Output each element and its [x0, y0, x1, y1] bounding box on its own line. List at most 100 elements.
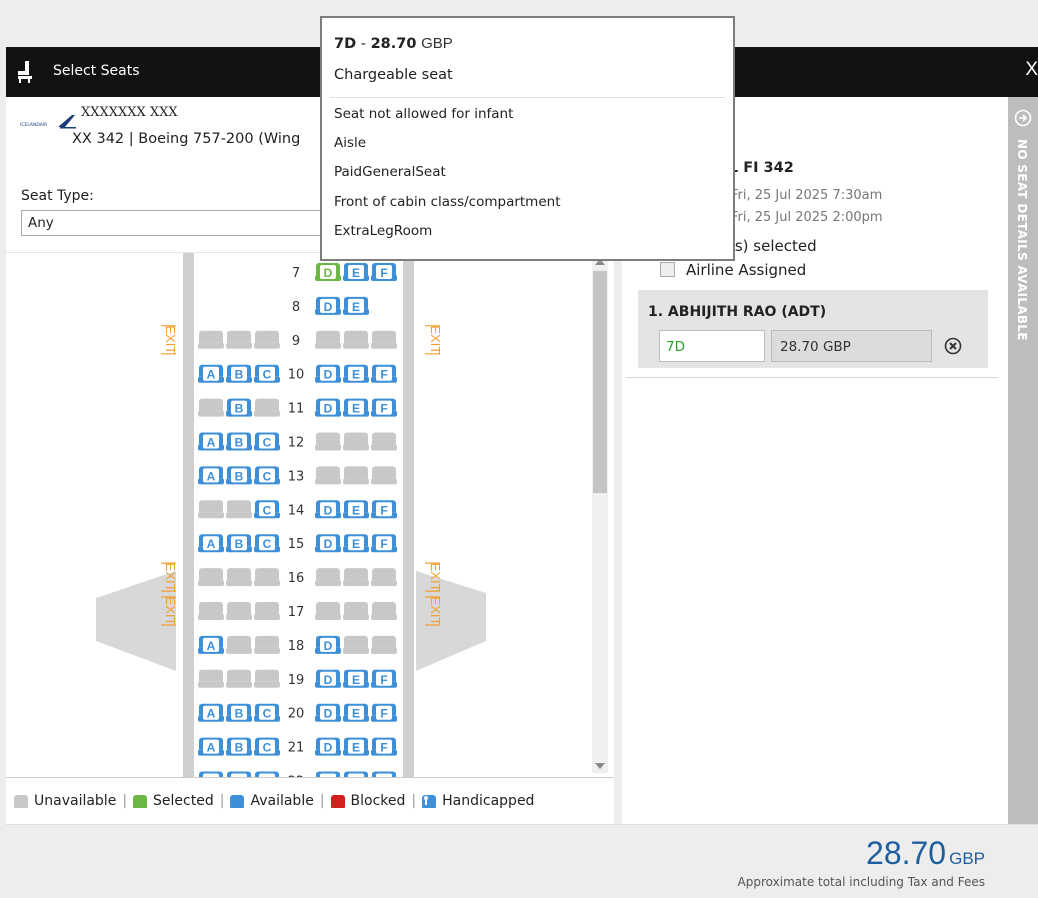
seat-7E[interactable]: E	[343, 263, 369, 281]
row-number: 11	[288, 402, 305, 417]
seat-20F[interactable]: F	[371, 703, 397, 722]
seat-11D[interactable]: D	[315, 398, 341, 417]
seat-11F[interactable]: F	[371, 398, 397, 417]
seat-17E	[343, 602, 369, 620]
seat-14E[interactable]: E	[343, 500, 369, 519]
seat-21C[interactable]: C	[254, 737, 280, 756]
legend-unavailable: Unavailable	[14, 793, 116, 809]
seat-21F[interactable]: F	[371, 737, 397, 756]
seat-11B[interactable]: B	[226, 398, 252, 417]
row-number: 15	[288, 537, 305, 552]
seat-18D[interactable]: D	[315, 635, 341, 654]
seat-16B	[226, 568, 252, 587]
seat-20C[interactable]: C	[254, 703, 280, 722]
seat-base	[315, 478, 341, 485]
seat-letter: F	[380, 537, 387, 551]
seat-15D[interactable]: D	[315, 534, 341, 553]
seat-21B[interactable]: B	[226, 737, 252, 756]
seat-11E[interactable]: E	[343, 398, 369, 417]
tooltip-seat-price: 7D - 28.70 GBP	[334, 35, 453, 52]
seat-7D[interactable]: D	[315, 263, 341, 281]
seat-letter: A	[207, 639, 216, 653]
seat-back	[316, 602, 340, 614]
seat-9F	[371, 330, 397, 349]
seat-20B[interactable]: B	[226, 703, 252, 722]
seat-8D[interactable]: D	[315, 296, 341, 315]
seat-map-scroll-thumb[interactable]	[593, 271, 607, 493]
seat-tooltip: 7D - 28.70 GBP Chargeable seat Seat not …	[320, 16, 735, 261]
seat-12B[interactable]: B	[226, 432, 252, 451]
seat-number-field[interactable]: 7D	[659, 330, 765, 362]
seat-letter: E	[352, 300, 360, 314]
seat-13B[interactable]: B	[226, 466, 252, 485]
seat-16E	[343, 568, 369, 587]
svg-text:ICELANDAIR: ICELANDAIR	[20, 122, 47, 128]
seat-letter: E	[352, 537, 360, 551]
seat-12A[interactable]: A	[198, 432, 224, 451]
legend-label: Blocked	[350, 793, 406, 809]
seat-10B[interactable]: B	[226, 364, 252, 383]
seat-10C[interactable]: C	[254, 364, 280, 383]
seat-19E[interactable]: E	[343, 669, 369, 688]
tooltip-divider	[330, 97, 725, 98]
seat-10E[interactable]: E	[343, 364, 369, 383]
total-note: Approximate total including Tax and Fees	[737, 875, 985, 889]
seat-13A[interactable]: A	[198, 466, 224, 485]
seat-12C[interactable]: C	[254, 432, 280, 451]
seat-letter: A	[207, 741, 216, 755]
airline-assigned-checkbox[interactable]	[660, 262, 675, 277]
seat-10A[interactable]: A	[198, 364, 224, 383]
close-button[interactable]: X	[1025, 59, 1038, 81]
seat-14F[interactable]: F	[371, 500, 397, 519]
remove-seat-icon[interactable]	[944, 337, 962, 359]
seat-10F[interactable]: F	[371, 364, 397, 383]
expand-arrow-icon[interactable]	[1014, 109, 1032, 131]
seat-8E[interactable]: E	[343, 296, 369, 315]
seat-21D[interactable]: D	[315, 737, 341, 756]
seat-letter: B	[235, 402, 244, 416]
seat-18A[interactable]: A	[198, 635, 224, 654]
row-number: 9	[292, 334, 300, 349]
row-number: 21	[288, 741, 305, 756]
seat-letter: D	[324, 741, 333, 755]
seat-icon	[16, 61, 34, 87]
seat-14C[interactable]: C	[254, 500, 280, 519]
seat-7F[interactable]: F	[371, 263, 397, 281]
seat-18B	[226, 635, 252, 654]
seat-back	[199, 669, 223, 682]
seat-back	[316, 568, 340, 581]
seat-letter: E	[352, 707, 360, 721]
seat-letter: D	[324, 707, 333, 721]
seat-15A[interactable]: A	[198, 534, 224, 553]
seat-base	[226, 342, 252, 349]
seat-21A[interactable]: A	[198, 737, 224, 756]
arrival-time: Fri, 25 Jul 2025 2:00pm	[731, 210, 883, 225]
seat-20D[interactable]: D	[315, 703, 341, 722]
seat-15C[interactable]: C	[254, 534, 280, 553]
seat-letter: E	[352, 266, 360, 280]
seat-19F[interactable]: F	[371, 669, 397, 688]
seat-14A	[198, 500, 224, 519]
seat-letter: D	[324, 537, 333, 551]
seat-13C[interactable]: C	[254, 466, 280, 485]
seat-type-select[interactable]: Any	[21, 210, 321, 236]
seat-20A[interactable]: A	[198, 703, 224, 722]
seat-18C	[254, 635, 280, 654]
seat-15B[interactable]: B	[226, 534, 252, 553]
seat-letter: D	[324, 402, 333, 416]
seat-20E[interactable]: E	[343, 703, 369, 722]
seat-14D[interactable]: D	[315, 500, 341, 519]
seat-19D[interactable]: D	[315, 669, 341, 688]
seat-back	[199, 330, 223, 343]
seat-21E[interactable]: E	[343, 737, 369, 756]
seat-details-sidebar[interactable]: NO SEAT DETAILS AVAILABLE	[1008, 97, 1038, 824]
legend-label: Selected	[153, 793, 214, 809]
seat-base	[226, 512, 252, 519]
seat-15E[interactable]: E	[343, 534, 369, 553]
seat-15F[interactable]: F	[371, 534, 397, 553]
exit-label-left: EXIT	[163, 563, 178, 592]
seat-16C	[254, 568, 280, 587]
seat-base	[226, 647, 252, 654]
seat-back	[227, 635, 251, 648]
seat-10D[interactable]: D	[315, 364, 341, 383]
